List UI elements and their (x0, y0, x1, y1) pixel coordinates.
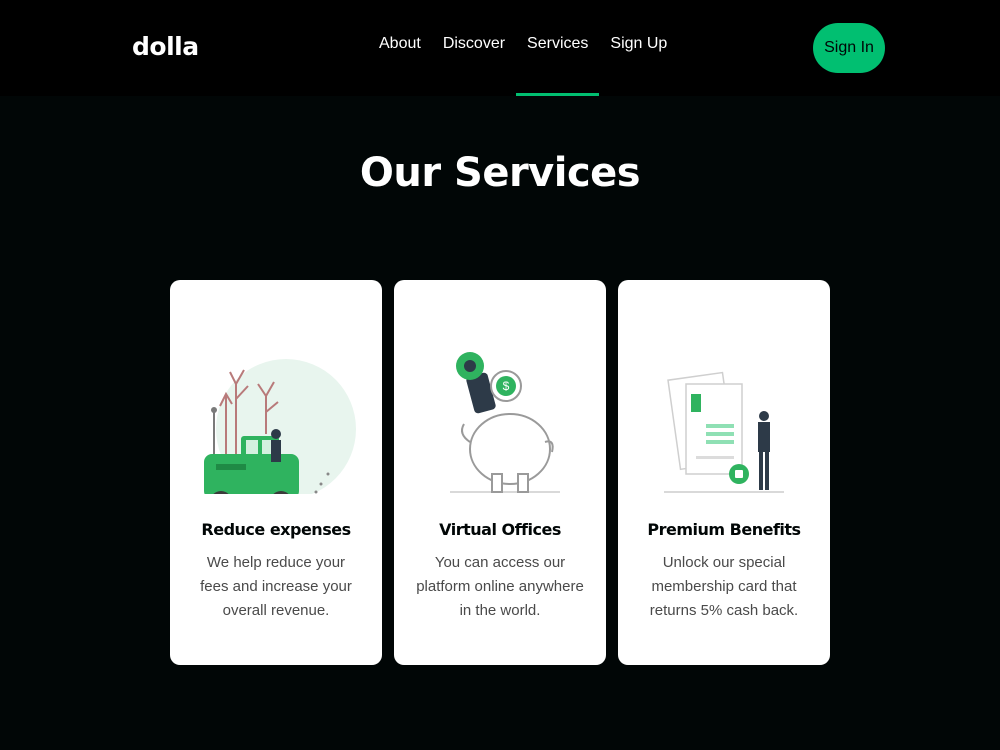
nav-link-signup[interactable]: Sign Up (610, 35, 667, 61)
svg-text:$: $ (503, 379, 510, 393)
nav-item-signup[interactable]: Sign Up (599, 0, 678, 96)
nav-item-discover[interactable]: Discover (432, 0, 516, 96)
nav-link-about[interactable]: About (379, 35, 421, 61)
car-illustration (204, 359, 356, 494)
nav-link-discover[interactable]: Discover (443, 35, 505, 61)
nav-menu: About Discover Services Sign Up (368, 0, 678, 96)
nav-item-about[interactable]: About (368, 0, 432, 96)
logo[interactable]: dolla (132, 32, 199, 61)
service-card: Reduce expenses We help reduce your fees… (170, 280, 382, 665)
nav-link-services[interactable]: Services (527, 35, 588, 61)
card-text: We help reduce your fees and increase yo… (200, 554, 352, 619)
section-title: Our Services (359, 150, 641, 196)
card-title: Virtual Offices (439, 520, 561, 539)
card-title: Reduce expenses (201, 520, 351, 539)
card-title: Premium Benefits (647, 520, 801, 539)
service-card: Premium Benefits Unlock our special memb… (618, 280, 830, 665)
card-text: You can access our platform online anywh… (416, 554, 584, 619)
card-text: Unlock our special membership card that … (649, 554, 799, 619)
nav-item-services[interactable]: Services (516, 0, 600, 96)
signin-button[interactable]: Sign In (813, 23, 885, 73)
services-cards: Reduce expenses We help reduce your fees… (170, 280, 830, 665)
active-indicator (516, 93, 600, 96)
service-card: $ Virtual Offices You can access our pla… (394, 280, 606, 665)
piggy-bank-illustration: $ (450, 352, 560, 493)
document-lock-illustration (664, 371, 784, 493)
navbar: dolla About Discover Services Sign Up Si… (0, 0, 1000, 96)
